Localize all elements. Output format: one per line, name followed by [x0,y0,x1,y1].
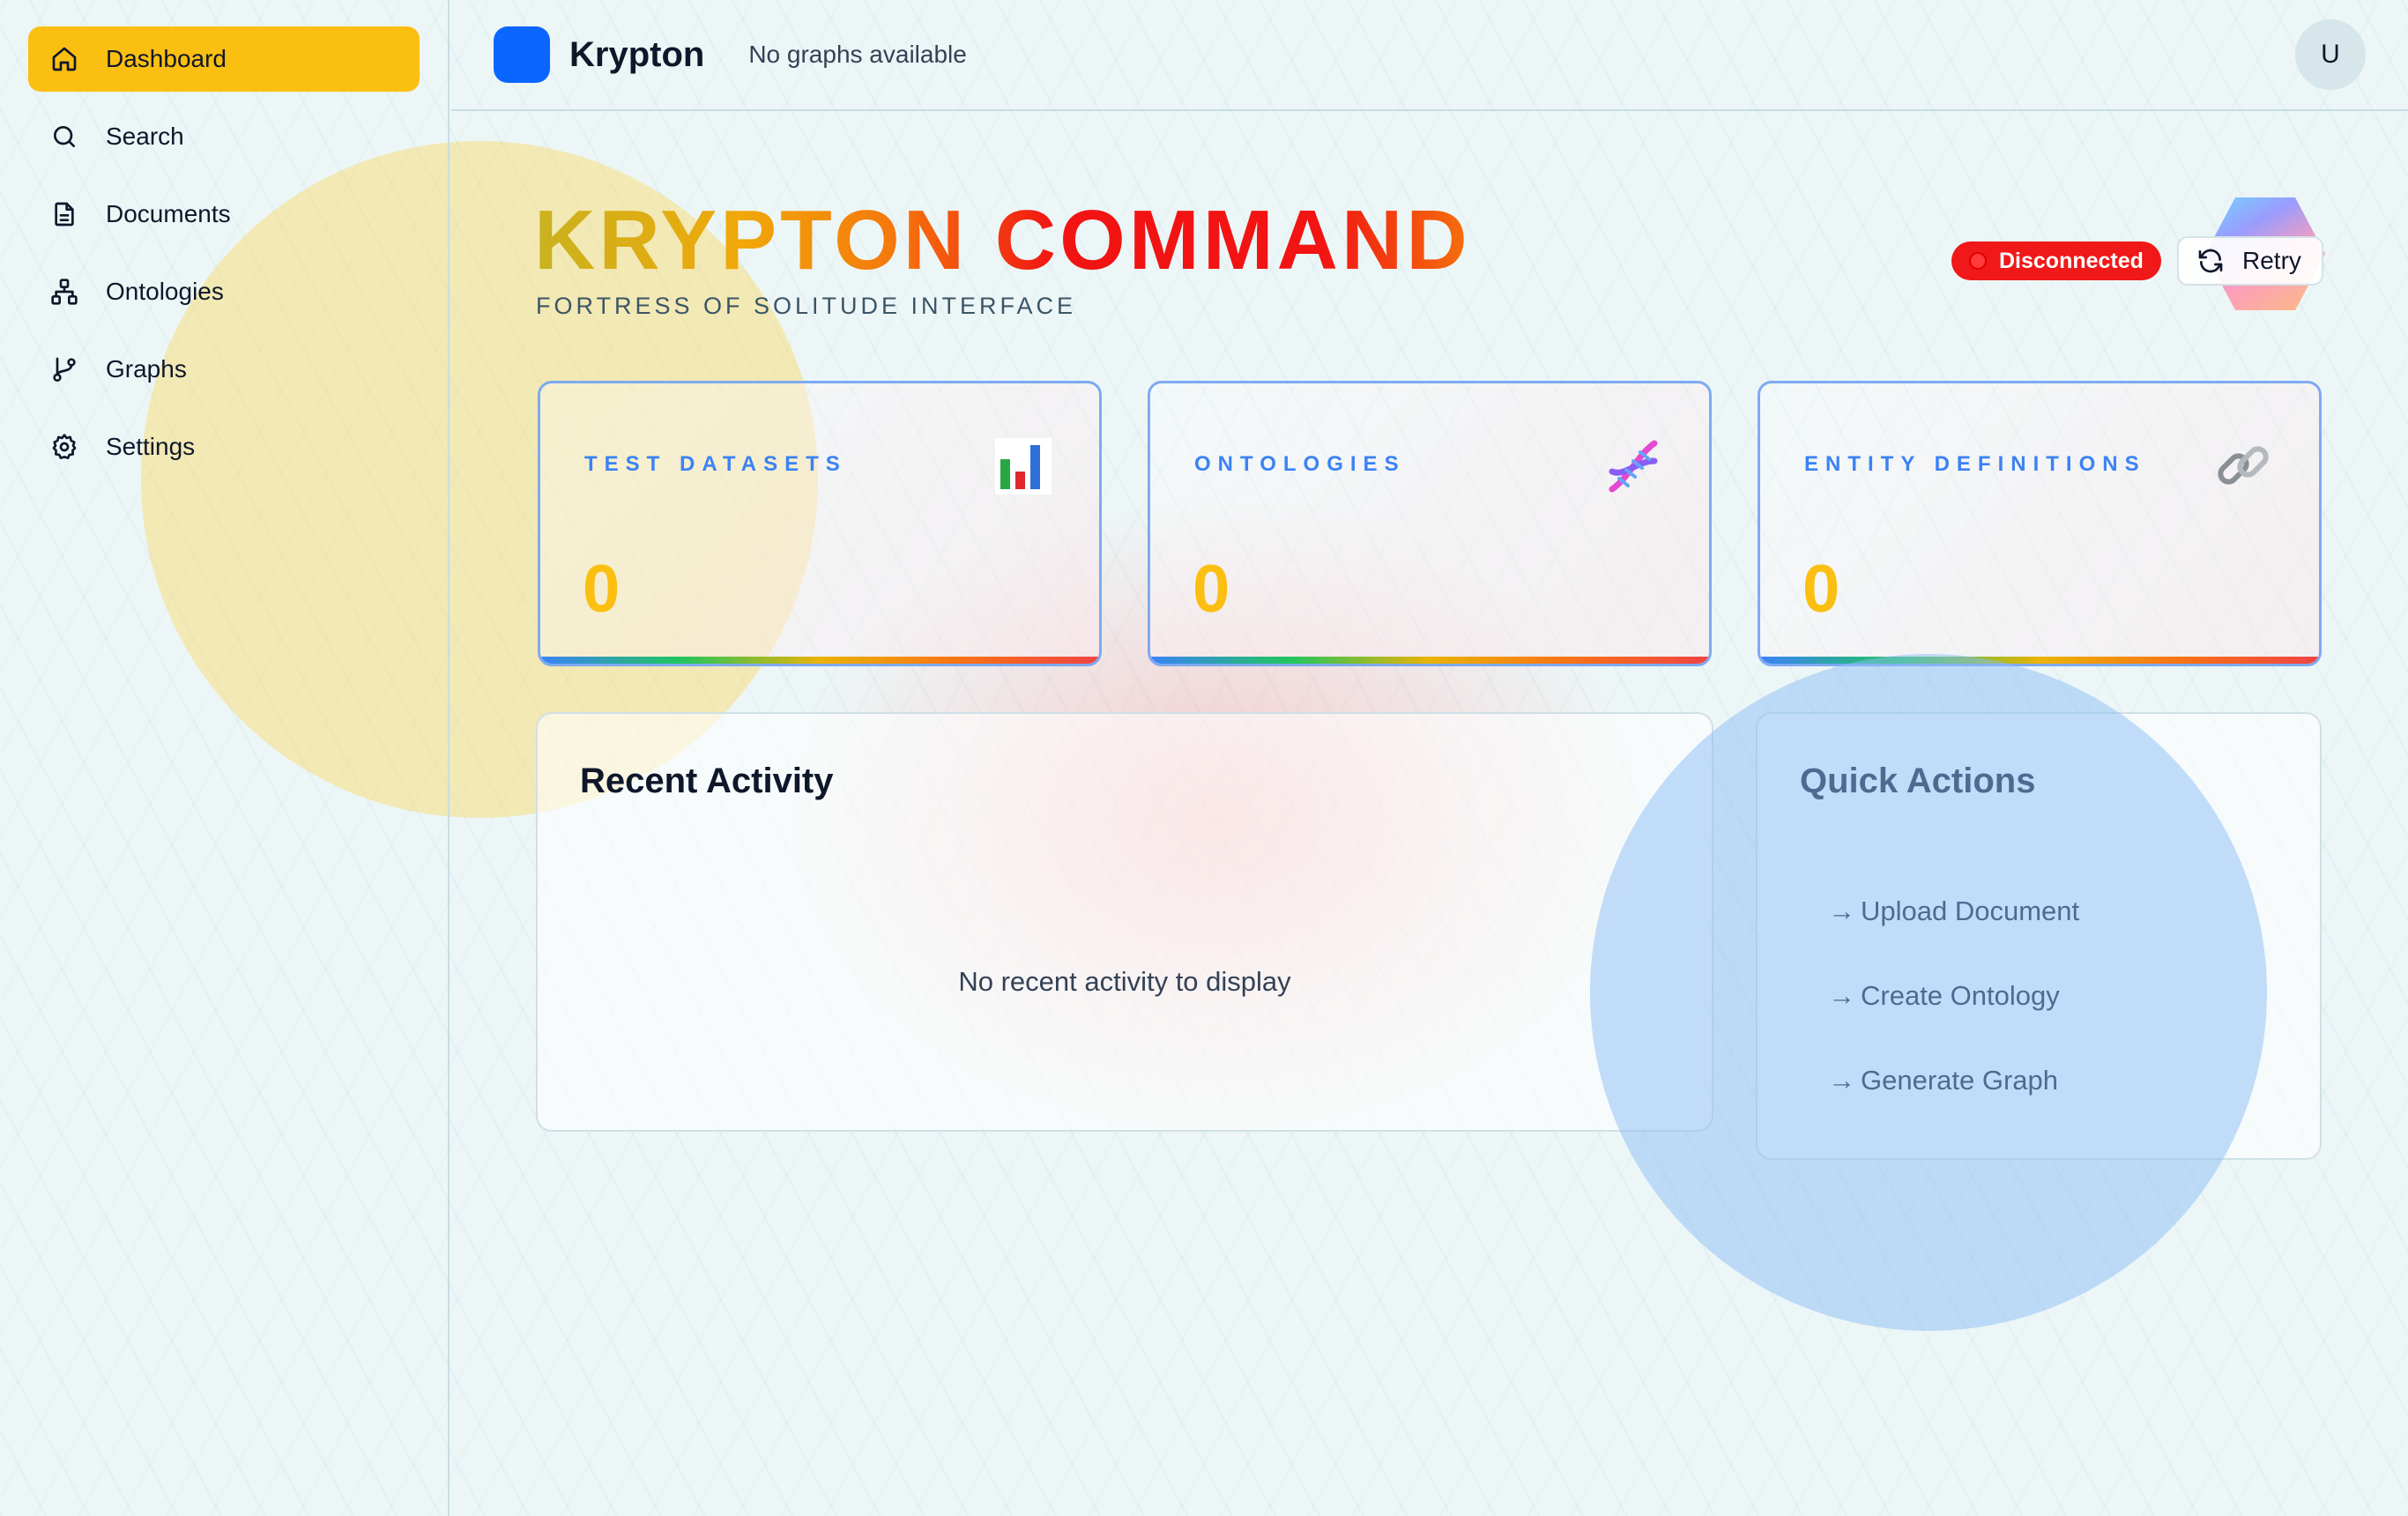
gradient-bar [1760,657,2319,664]
gradient-bar [540,657,1099,664]
status-badge: Disconnected [1951,242,2161,280]
sidebar-item-label: Dashboard [106,45,227,72]
recent-activity-panel: Recent Activity No recent activity to di… [536,712,1713,1132]
empty-state-text: No recent activity to display [958,966,1291,997]
create-ontology-link[interactable]: → Create Ontology [1828,980,2060,1012]
arrow-right-icon: → [1828,895,1855,926]
graph-status-text: No graphs available [748,41,967,68]
retry-button-label: Retry [2242,247,2301,274]
stat-card-entity-definitions: ENTITY DEFINITIONS 0 [1758,381,2322,666]
refresh-icon [2198,249,2223,273]
avatar[interactable]: U [2295,19,2366,90]
stat-card-ontologies: ONTOLOGIES 0 [1148,381,1712,666]
sidebar: Dashboard Search Documents Ontologies Gr… [0,0,450,1516]
generate-graph-link[interactable]: → Generate Graph [1828,1065,2058,1096]
app-logo [494,26,550,83]
sidebar-item-label: Settings [106,433,196,460]
quick-actions-title: Quick Actions [1800,762,2036,800]
stat-value: 0 [1193,552,1230,627]
stat-value: 0 [583,552,621,627]
bar-chart-icon [995,438,1052,494]
status-dot-icon [1971,254,1985,268]
stat-label: ONTOLOGIES [1194,452,1406,476]
sidebar-item-search[interactable]: Search [28,104,420,169]
sidebar-item-label: Documents [106,200,231,227]
gear-icon [49,432,79,462]
git-branch-icon [49,354,79,384]
arrow-right-icon: → [1828,980,1855,1011]
sidebar-item-label: Search [106,123,184,150]
stat-label: TEST DATASETS [584,452,847,476]
quick-action-label: Generate Graph [1861,1065,2059,1096]
sidebar-item-label: Ontologies [106,278,224,305]
hierarchy-icon [49,277,79,307]
sidebar-item-dashboard[interactable]: Dashboard [28,26,420,92]
brand-name: Krypton [569,34,705,74]
stat-card-test-datasets: TEST DATASETS 0 [538,381,1102,666]
dna-icon [1609,440,1658,493]
home-icon [49,44,79,74]
recent-activity-title: Recent Activity [580,762,834,800]
page-subtitle: FORTRESS OF SOLITUDE INTERFACE [536,293,1077,319]
link-icon [2218,446,2269,485]
status-badge-label: Disconnected [1999,248,2144,273]
quick-actions-panel: Quick Actions → Upload Document → Create… [1756,712,2322,1160]
sidebar-item-settings[interactable]: Settings [28,414,420,479]
top-header: Krypton No graphs available U [451,0,2408,111]
sidebar-item-documents[interactable]: Documents [28,182,420,247]
quick-action-label: Create Ontology [1861,980,2060,1011]
stat-label: ENTITY DEFINITIONS [1804,452,2146,476]
arrow-right-icon: → [1828,1065,1855,1096]
upload-document-link[interactable]: → Upload Document [1828,895,2079,927]
retry-button[interactable]: Retry [2177,236,2323,286]
stat-value: 0 [1802,552,1840,627]
sidebar-item-graphs[interactable]: Graphs [28,337,420,402]
sidebar-item-ontologies[interactable]: Ontologies [28,259,420,324]
document-icon [49,199,79,229]
quick-action-label: Upload Document [1861,895,2080,926]
page-title: KRYPTON COMMAND [534,193,1471,287]
gradient-bar [1150,657,1709,664]
sidebar-item-label: Graphs [106,355,187,383]
search-icon [49,122,79,152]
